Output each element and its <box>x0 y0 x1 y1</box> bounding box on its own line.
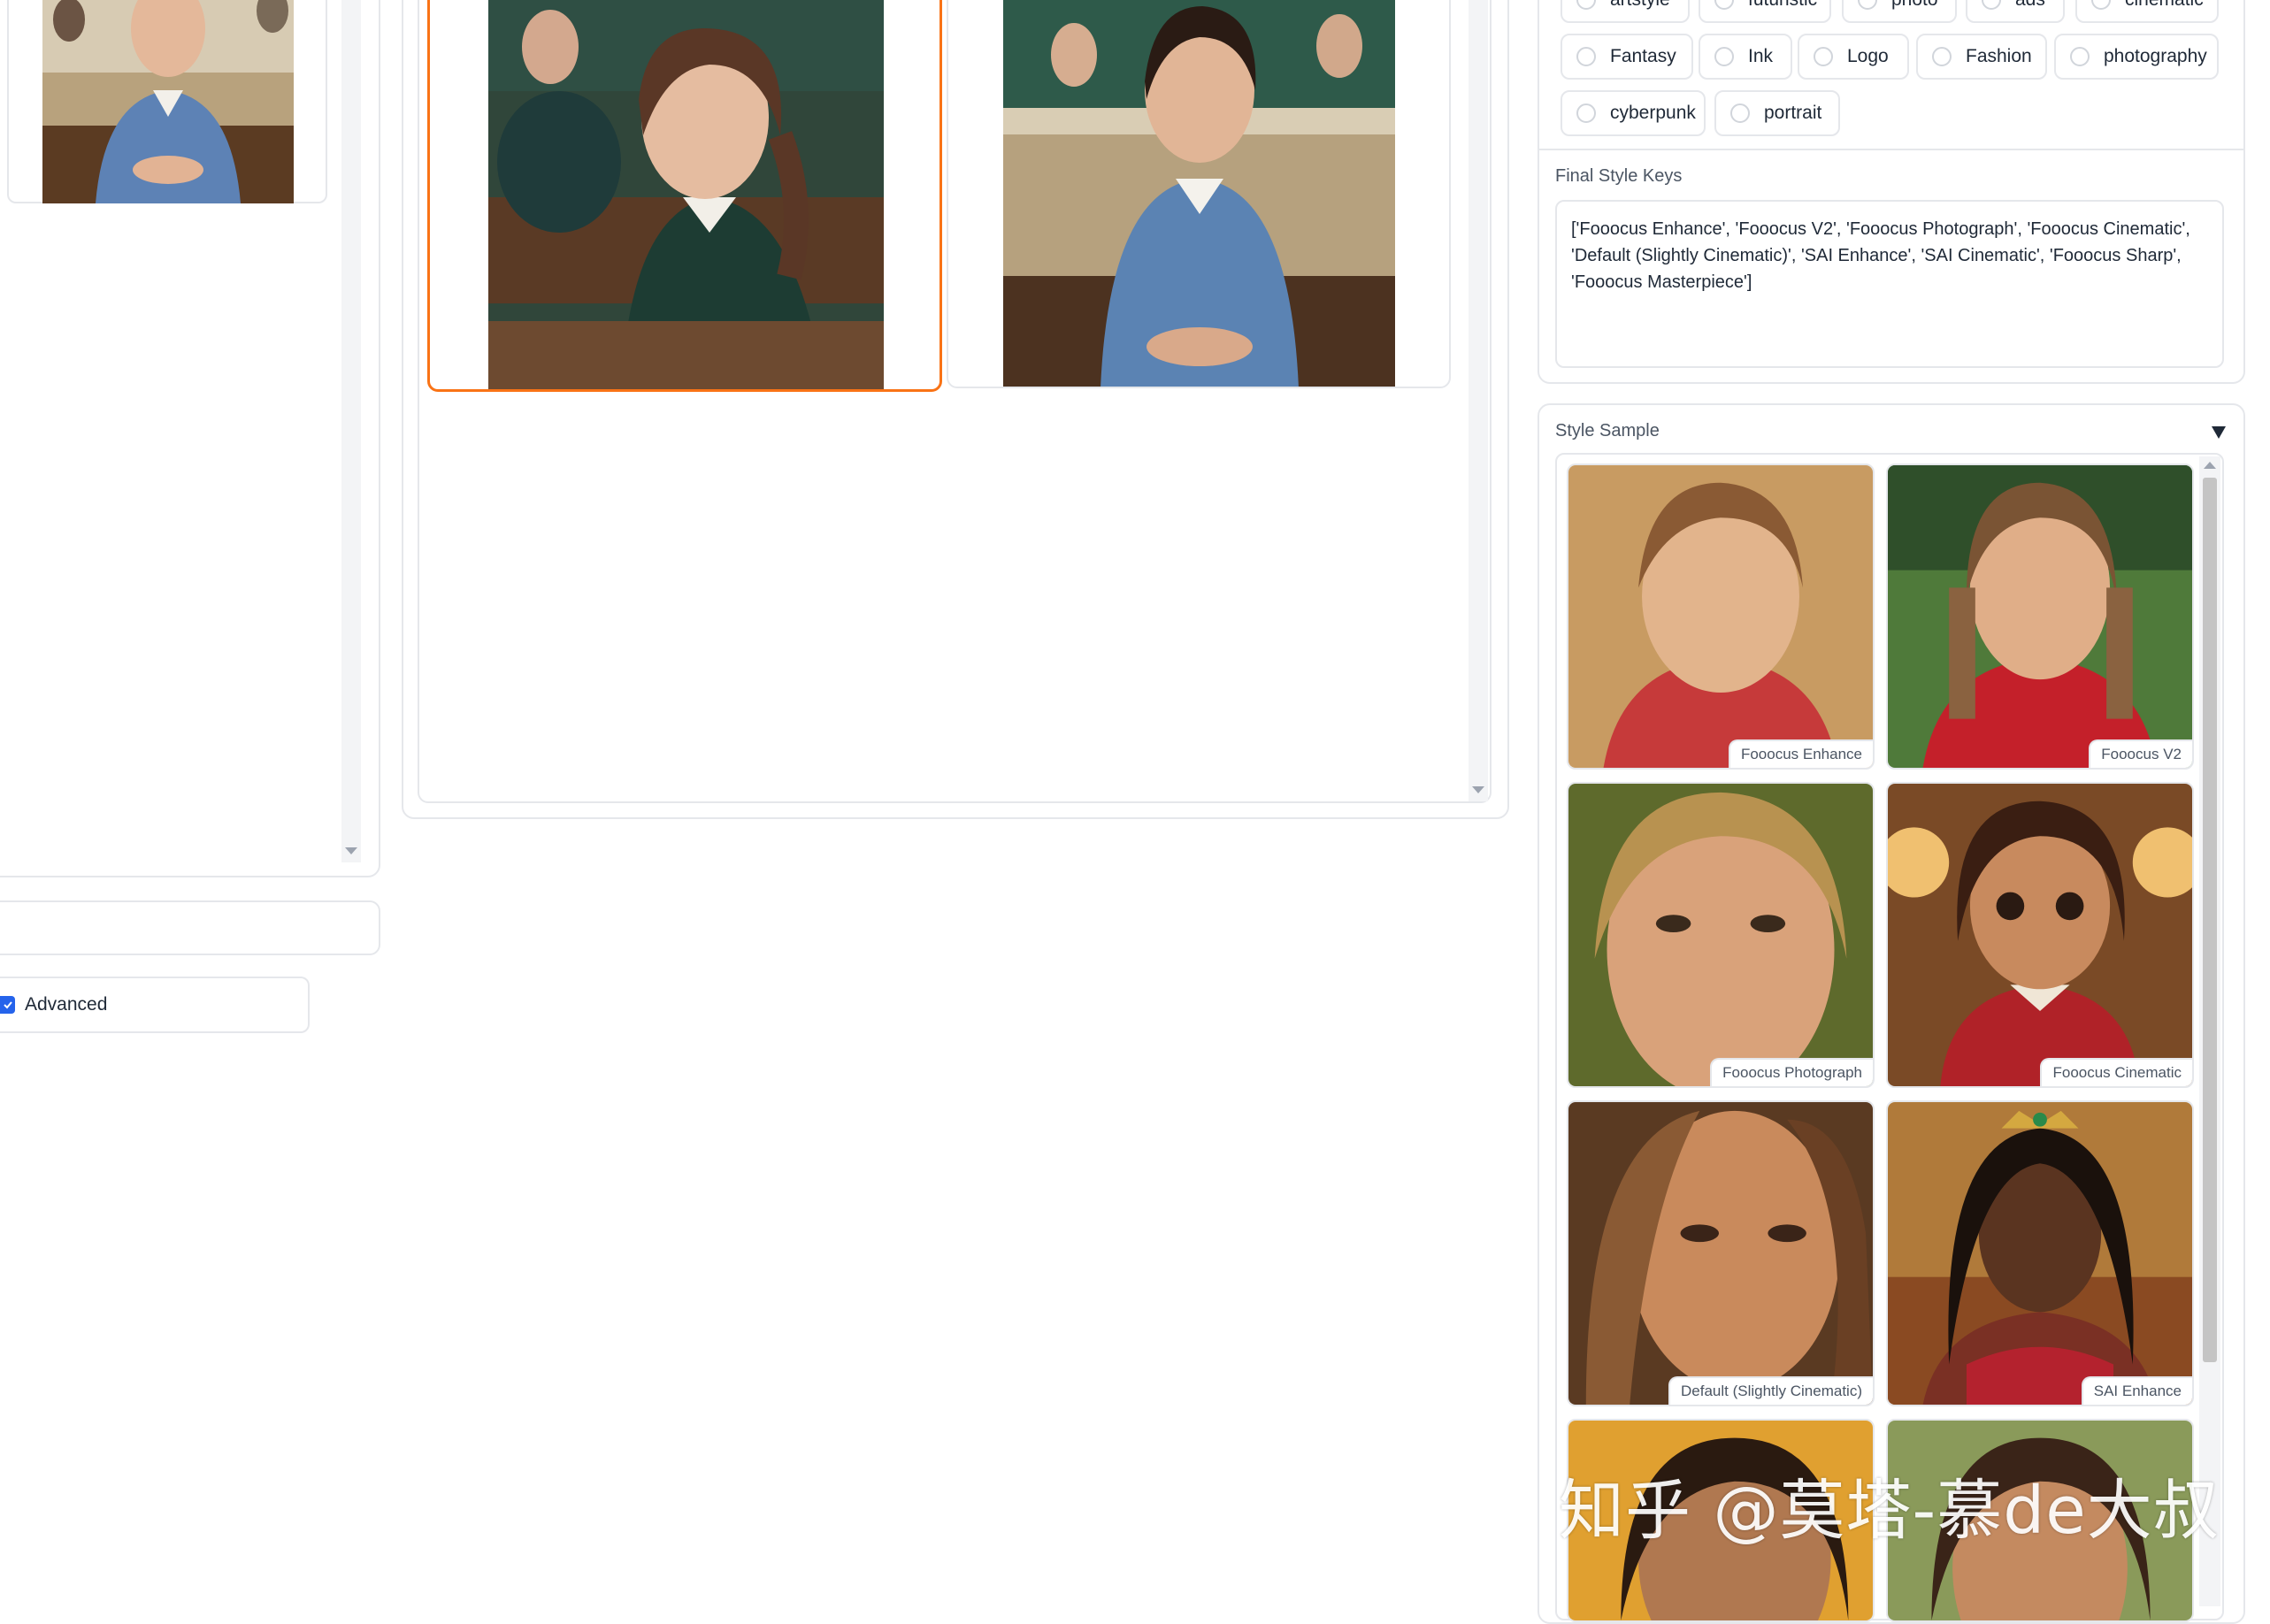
final-style-keys-value: ['Fooocus Enhance', 'Fooocus V2', 'Foooc… <box>1571 219 2190 292</box>
advanced-checkbox-row[interactable]: Advanced <box>0 977 310 1033</box>
style-sample-scrollbar[interactable] <box>2199 456 2220 1606</box>
advanced-checkbox-label: Advanced <box>25 994 108 1015</box>
style-sample-caption: Fooocus Photograph <box>1710 1058 1873 1086</box>
radio-icon[interactable] <box>2070 47 2090 66</box>
check-icon <box>3 1001 12 1009</box>
style-sample-label: Style Sample <box>1555 421 1660 440</box>
gallery-image-2 <box>1003 0 1395 387</box>
radio-icon[interactable] <box>1576 47 1596 66</box>
watermark-text: 知乎 @莫塔-慕de大叔 <box>1559 1473 2220 1549</box>
style-sample-item[interactable]: SAI Enhance <box>1886 1100 2194 1406</box>
style-sample-caption: Default (Slightly Cinematic) <box>1668 1376 1873 1405</box>
radio-icon[interactable] <box>1714 0 1734 10</box>
advanced-checkbox[interactable] <box>0 996 15 1014</box>
radio-icon[interactable] <box>1814 47 1833 66</box>
style-sample-caption: Fooocus Enhance <box>1728 739 1873 768</box>
style-sample-image <box>1568 465 1873 768</box>
radio-icon[interactable] <box>1932 47 1952 66</box>
final-style-keys-label: Final Style Keys <box>1555 166 1683 186</box>
scroll-down-arrow-icon[interactable] <box>1472 786 1484 793</box>
radio-icon[interactable] <box>1576 0 1596 10</box>
radio-icon[interactable] <box>1858 0 1877 10</box>
style-chip-artstyle[interactable]: artstyle <box>1561 0 1690 23</box>
style-sample-item[interactable]: Default (Slightly Cinematic) <box>1567 1100 1875 1406</box>
scrollbar-thumb[interactable] <box>2203 478 2217 1362</box>
style-sample-caption: SAI Enhance <box>2081 1376 2192 1405</box>
style-sample-image <box>1568 1102 1873 1405</box>
style-chip-futuristic[interactable]: futuristic <box>1699 0 1831 23</box>
panel-divider <box>1539 149 2243 150</box>
style-chip-cinematic[interactable]: cinematic <box>2075 0 2219 23</box>
style-sample-image <box>1568 784 1873 1086</box>
style-chip-photography[interactable]: photography <box>2054 34 2219 80</box>
style-chip-cyberpunk[interactable]: cyberpunk <box>1561 90 1706 136</box>
gallery-image-1 <box>488 0 884 389</box>
style-chip-ads[interactable]: ads <box>1966 0 2065 23</box>
radio-icon[interactable] <box>1982 0 2001 10</box>
style-sample-caption: Fooocus V2 <box>2089 739 2192 768</box>
style-chip-fashion[interactable]: Fashion <box>1916 34 2047 80</box>
radio-icon[interactable] <box>1730 103 1750 123</box>
left-thumbnail-card[interactable] <box>7 0 327 203</box>
radio-icon[interactable] <box>1714 47 1734 66</box>
final-style-keys-textarea[interactable]: ['Fooocus Enhance', 'Fooocus V2', 'Foooc… <box>1555 200 2224 368</box>
style-sample-item[interactable]: Fooocus Photograph <box>1567 782 1875 1088</box>
style-sample-image <box>1888 465 2192 768</box>
radio-icon[interactable] <box>2091 0 2111 10</box>
style-sample-item[interactable]: Fooocus Enhance <box>1567 463 1875 770</box>
style-chip-photo[interactable]: photo <box>1842 0 1957 23</box>
style-chip-ink[interactable]: Ink <box>1699 34 1792 80</box>
scroll-down-arrow-icon[interactable] <box>345 847 357 854</box>
style-chip-logo[interactable]: Logo <box>1798 34 1909 80</box>
left-panel-scrollbar[interactable] <box>341 0 361 862</box>
style-chip-portrait[interactable]: portrait <box>1714 90 1840 136</box>
style-chip-fantasy[interactable]: Fantasy <box>1561 34 1693 80</box>
left-empty-field[interactable] <box>0 900 380 955</box>
left-thumbnail-image <box>42 0 294 203</box>
style-sample-caption: Fooocus Cinematic <box>2040 1058 2192 1086</box>
scroll-up-arrow-icon[interactable] <box>2204 462 2216 469</box>
style-sample-image <box>1888 1102 2192 1405</box>
gallery-image-card-2[interactable] <box>947 0 1451 388</box>
style-sample-item[interactable]: Fooocus V2 <box>1886 463 2194 770</box>
style-sample-item[interactable]: Fooocus Cinematic <box>1886 782 2194 1088</box>
radio-icon[interactable] <box>1576 103 1596 123</box>
gallery-image-selected[interactable] <box>427 0 942 392</box>
center-gallery-scrollbar[interactable] <box>1469 0 1488 801</box>
triangle-down-icon[interactable] <box>2212 426 2226 439</box>
style-sample-image <box>1888 784 2192 1086</box>
